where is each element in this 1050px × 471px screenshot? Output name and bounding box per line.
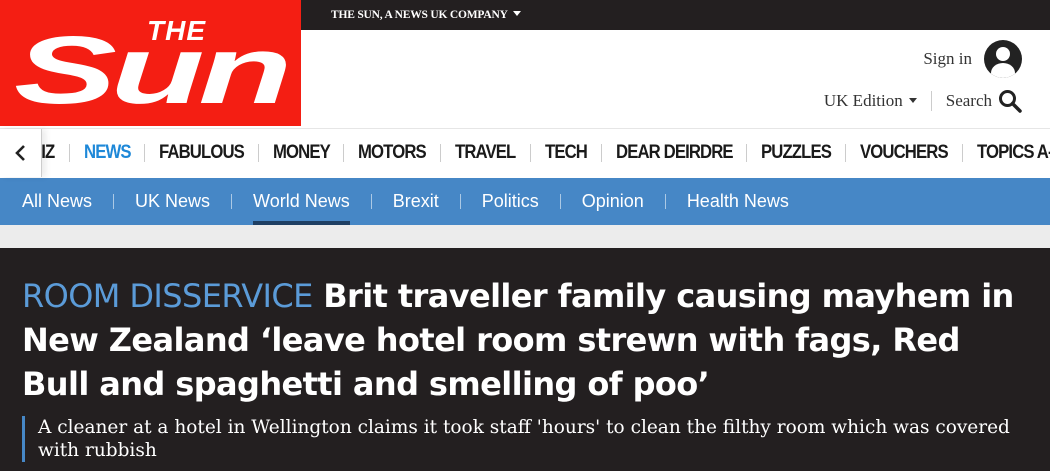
nav-item-dear-deirdre[interactable]: DEAR DEIRDRE xyxy=(616,142,734,164)
divider xyxy=(930,91,932,111)
headline-kicker: ROOM DISSERVICE xyxy=(22,277,313,315)
nav-item-vouchers[interactable]: VOUCHERS xyxy=(860,142,949,164)
the-sun-logo[interactable]: THE Sun xyxy=(0,0,301,126)
nav-item-money[interactable]: MONEY xyxy=(273,142,331,164)
subnav-divider xyxy=(231,194,233,209)
nav-item-travel[interactable]: TRAVEL xyxy=(455,142,516,164)
main-nav-items: BIZ NEWS FABULOUS MONEY MOTORS TRAVEL TECH DEAR… xyxy=(30,129,1050,177)
subnav-item-health-news[interactable]: Health News xyxy=(687,178,789,225)
caret-down-icon xyxy=(512,11,521,16)
nav-divider xyxy=(257,144,259,162)
nav-divider xyxy=(143,144,145,162)
caret-down-icon xyxy=(908,98,917,103)
company-menu[interactable]: THE SUN, A NEWS UK COMPANY xyxy=(331,9,521,21)
search-label: Search xyxy=(945,91,992,110)
main-nav: BIZ NEWS FABULOUS MONEY MOTORS TRAVEL TECH DEAR… xyxy=(0,128,1050,177)
subnav-divider xyxy=(370,194,372,209)
edition-selector[interactable]: UK Edition xyxy=(824,91,917,111)
sub-nav: All News UK News World News Brexit Politics O… xyxy=(0,178,1050,225)
nav-divider xyxy=(961,144,963,162)
nav-item-topics-a-z[interactable]: TOPICS A-Z xyxy=(977,142,1050,164)
company-label: THE SUN, A NEWS UK COMPANY xyxy=(331,9,508,21)
subnav-divider xyxy=(664,194,666,209)
chevron-left-icon xyxy=(14,145,25,161)
sign-in-link[interactable]: Sign in xyxy=(923,49,972,69)
article-standfirst: A cleaner at a hotel in Wellington claim… xyxy=(22,416,1037,462)
nav-item-fabulous[interactable]: FABULOUS xyxy=(159,142,245,164)
avatar-body xyxy=(991,63,1015,78)
nav-divider xyxy=(440,144,442,162)
nav-item-tech[interactable]: TECH xyxy=(545,142,588,164)
nav-divider xyxy=(343,144,345,162)
nav-divider xyxy=(600,144,602,162)
subnav-divider xyxy=(113,194,115,209)
edition-label: UK Edition xyxy=(823,91,903,110)
nav-item-motors[interactable]: MOTORS xyxy=(358,142,427,164)
nav-divider xyxy=(68,144,70,162)
subnav-item-brexit[interactable]: Brexit xyxy=(393,178,439,225)
subnav-item-politics[interactable]: Politics xyxy=(482,178,539,225)
subnav-divider xyxy=(559,194,561,209)
avatar-head xyxy=(996,47,1010,61)
magnifier-icon xyxy=(999,90,1022,113)
article-headline[interactable]: ROOM DISSERVICE Brit traveller family ca… xyxy=(22,274,1037,406)
user-avatar-icon[interactable] xyxy=(984,40,1022,78)
nav-item-news[interactable]: NEWS xyxy=(84,142,132,164)
account-area: Sign in xyxy=(923,40,1022,78)
nav-item-puzzles[interactable]: PUZZLES xyxy=(761,142,832,164)
search-button[interactable]: Search xyxy=(946,89,1022,113)
nav-scroll-left-button[interactable] xyxy=(0,129,42,177)
edition-search-row: UK Edition Search xyxy=(824,89,1022,113)
nav-divider xyxy=(746,144,748,162)
subnav-item-uk-news[interactable]: UK News xyxy=(135,178,210,225)
subnav-item-opinion[interactable]: Opinion xyxy=(582,178,644,225)
nav-divider xyxy=(845,144,847,162)
nav-divider xyxy=(529,144,531,162)
article-header: ROOM DISSERVICE Brit traveller family ca… xyxy=(0,248,1050,471)
subnav-item-all-news[interactable]: All News xyxy=(22,178,92,225)
subnav-item-world-news[interactable]: World News xyxy=(253,178,350,225)
spacer xyxy=(0,225,1050,248)
subnav-divider xyxy=(459,194,461,209)
logo-sun-text: Sun xyxy=(14,17,287,124)
